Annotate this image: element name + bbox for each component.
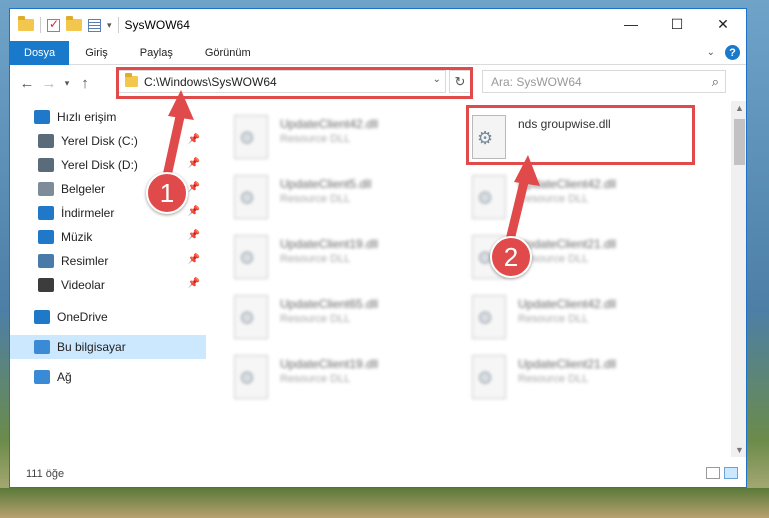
callout-2: 2 (490, 236, 532, 278)
annotation-arrows (162, 90, 540, 245)
arrow-2-shaft (505, 173, 530, 245)
arrow-1-head (168, 90, 194, 120)
arrow-2-head (514, 155, 540, 186)
callout-1: 1 (146, 172, 188, 214)
arrow-1-shaft (162, 107, 186, 181)
